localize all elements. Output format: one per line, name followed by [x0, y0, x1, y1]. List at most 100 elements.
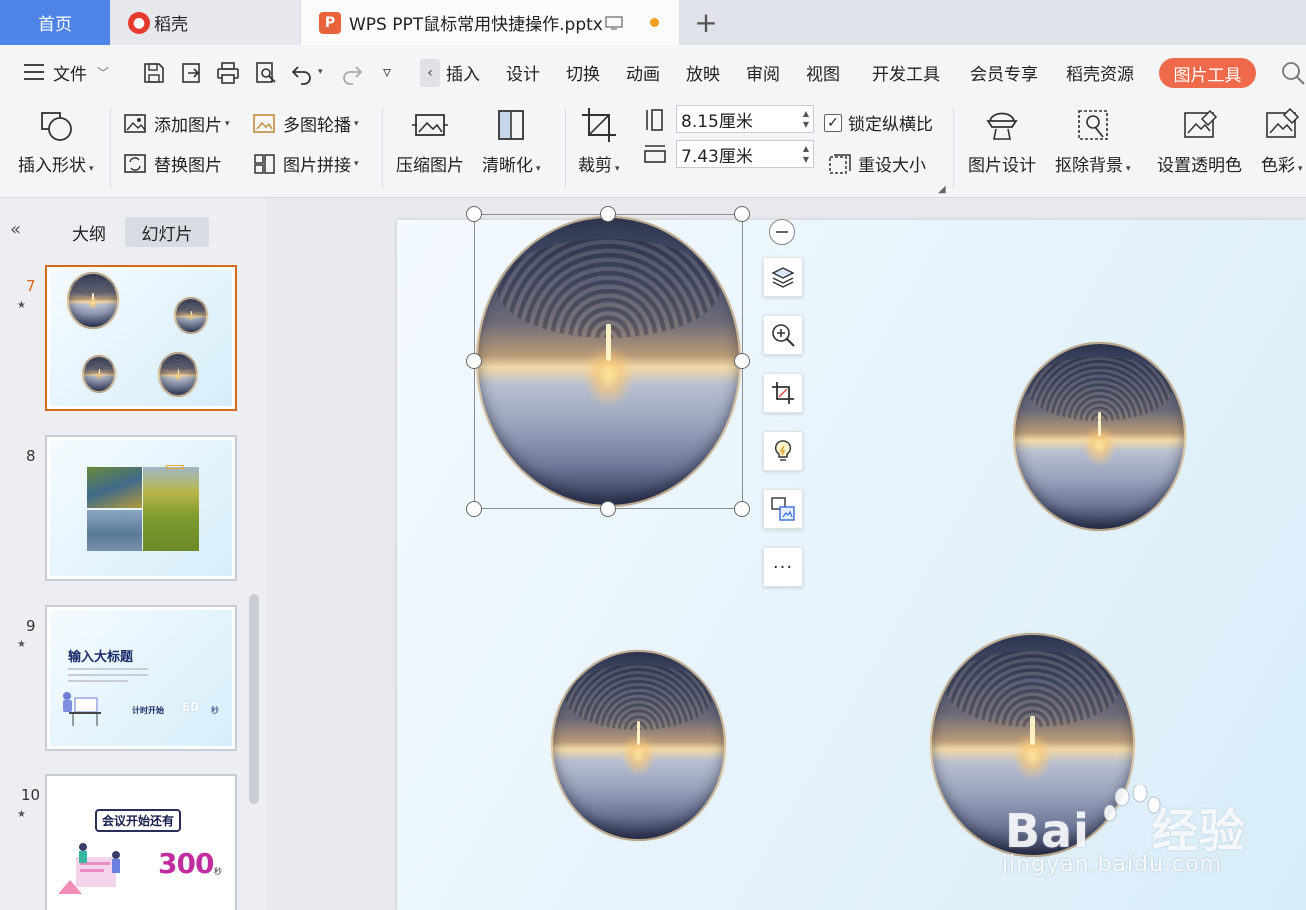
resize-handle-n[interactable] — [600, 206, 616, 222]
quick-access-dropdown-icon[interactable]: ▿ — [383, 62, 391, 81]
insert-shape-button[interactable]: 插入形状 ▾ — [18, 100, 94, 176]
double-chevron-left-icon[interactable]: « — [10, 219, 21, 240]
undo-dropdown-icon[interactable]: ▾ — [318, 67, 323, 77]
menu-animation[interactable]: 动画 — [626, 45, 660, 100]
slide-thumbnail-10[interactable]: 会议开始还有 300 秒 — [45, 774, 237, 910]
resize-handle-ne[interactable] — [734, 206, 750, 222]
resize-handle-e[interactable] — [734, 353, 750, 369]
tab-home[interactable]: 首页 — [0, 0, 110, 45]
tab-slides[interactable]: 幻灯片 — [125, 217, 209, 247]
layers-button[interactable] — [763, 257, 803, 297]
lock-ratio-checkbox[interactable]: ✓ 锁定纵横比 — [824, 110, 933, 135]
size-dialog-launcher-icon[interactable]: ◢ — [938, 184, 946, 195]
reset-size-label: 重设大小 — [858, 156, 926, 176]
compress-picture-button[interactable]: 压缩图片 — [396, 100, 464, 176]
replace-picture-button[interactable]: 替换图片 — [124, 151, 222, 176]
undo-icon[interactable] — [290, 61, 314, 85]
picture-convert-icon — [771, 497, 795, 521]
tab-document[interactable]: P WPS PPT鼠标常用快捷操作.pptx — [301, 0, 679, 45]
sharpen-label: 清晰化 — [482, 156, 533, 176]
tab-daoke[interactable]: ● 稻壳 — [111, 0, 299, 45]
menu-daoke-resources[interactable]: 稻壳资源 — [1066, 45, 1134, 100]
text-line — [68, 680, 128, 682]
redo-icon[interactable] — [340, 61, 364, 85]
picture-design-button[interactable]: 图片设计 — [968, 100, 1036, 176]
menu-file[interactable]: 文件 ﹀ — [53, 45, 109, 100]
transparent-color-icon — [1183, 109, 1217, 138]
sphere-image — [67, 272, 119, 329]
crop-label: 裁剪 — [578, 156, 612, 176]
caret-down-icon: ▾ — [615, 164, 620, 174]
print-icon[interactable] — [216, 61, 240, 85]
new-tab-button[interactable]: + — [690, 6, 722, 39]
checkmark-icon: ✓ — [824, 113, 842, 132]
set-transparent-button[interactable]: 设置透明色 — [1157, 100, 1242, 176]
add-picture-button[interactable]: 添加图片 ▾ — [124, 111, 230, 136]
resize-handle-sw[interactable] — [466, 501, 482, 517]
height-spinner-icon[interactable]: ▲ ▼ — [803, 108, 809, 130]
multi-carousel-button[interactable]: 多图轮播 ▾ — [253, 111, 359, 136]
reset-size-button[interactable]: 重设大小 — [828, 151, 926, 176]
smart-tips-button[interactable] — [763, 431, 803, 471]
add-picture-label: 添加图片 — [154, 116, 222, 136]
zoom-button[interactable] — [763, 315, 803, 355]
color-label: 色彩 — [1261, 156, 1295, 176]
crop-button[interactable]: 裁剪 ▾ — [578, 100, 620, 176]
replace-picture-label: 替换图片 — [154, 156, 222, 176]
menu-insert[interactable]: 插入 — [446, 45, 480, 100]
resize-handle-se[interactable] — [734, 501, 750, 517]
menu-review[interactable]: 审阅 — [746, 45, 780, 100]
width-value: 7.43厘米 — [681, 146, 753, 167]
sharpen-button[interactable]: 清晰化 ▾ — [482, 100, 541, 176]
resize-handle-nw[interactable] — [466, 206, 482, 222]
carousel-icon — [253, 113, 275, 133]
crop-quick-button[interactable] — [763, 373, 803, 413]
slide-thumbnail-8[interactable] — [45, 435, 237, 581]
search-icon[interactable] — [1280, 60, 1306, 86]
text-line — [68, 674, 148, 676]
width-input[interactable]: 7.43厘米 ▲ ▼ — [676, 140, 814, 168]
replace-picture-icon — [124, 153, 146, 173]
remove-background-button[interactable]: 抠除背景 ▾ — [1055, 100, 1131, 176]
countdown-unit: 秒 — [214, 867, 222, 876]
menu-slideshow[interactable]: 放映 — [686, 45, 720, 100]
save-icon[interactable] — [142, 61, 166, 85]
resize-handle-s[interactable] — [600, 501, 616, 517]
caret-down-icon: ▾ — [225, 118, 230, 129]
tab-picture-tools[interactable]: 图片工具 — [1159, 58, 1256, 88]
remove-background-label: 抠除背景 — [1055, 156, 1123, 176]
pane-scrollbar[interactable] — [249, 594, 259, 804]
compress-picture-label: 压缩图片 — [396, 156, 464, 176]
resize-handle-w[interactable] — [466, 353, 482, 369]
chevron-down-icon: ﹀ — [97, 66, 110, 80]
menu-member[interactable]: 会员专享 — [970, 45, 1038, 100]
width-spinner-icon[interactable]: ▲ ▼ — [803, 143, 809, 165]
caret-down-icon: ▾ — [354, 158, 359, 169]
collapse-toolbar-icon[interactable] — [769, 219, 795, 245]
hamburger-icon[interactable] — [24, 64, 44, 80]
export-icon[interactable] — [180, 61, 204, 85]
print-preview-icon[interactable] — [254, 61, 278, 85]
watermark-url: jingyan.baidu.com — [1002, 852, 1223, 877]
sphere-image[interactable] — [551, 650, 726, 841]
ribbon-scroll-left-icon[interactable]: ‹ — [420, 59, 440, 87]
slide-thumbnail-9[interactable]: 输入大标题 计时开始 60 秒 — [45, 605, 237, 751]
tab-outline[interactable]: 大纲 — [68, 217, 110, 247]
slide-thumbnail-7[interactable] — [45, 265, 237, 411]
more-options-icon[interactable]: ··· — [763, 547, 803, 587]
color-button[interactable]: 色彩 ▾ — [1261, 100, 1303, 176]
menu-transition[interactable]: 切换 — [566, 45, 600, 100]
ppt-file-icon: P — [319, 11, 341, 34]
convert-picture-button[interactable] — [763, 489, 803, 529]
sphere-image[interactable] — [1013, 342, 1186, 531]
animation-star-icon: ★ — [17, 639, 26, 650]
menu-design[interactable]: 设计 — [506, 45, 540, 100]
picture-collage-button[interactable]: 图片拼接 ▾ — [253, 151, 359, 176]
menu-developer[interactable]: 开发工具 — [872, 45, 940, 100]
menu-view[interactable]: 视图 — [806, 45, 840, 100]
sphere-image — [158, 352, 198, 397]
height-input[interactable]: 8.15厘米 ▲ ▼ — [676, 105, 814, 133]
picture-collage-label: 图片拼接 — [283, 156, 351, 176]
collage-icon — [254, 153, 275, 174]
caret-down-icon: ▾ — [354, 118, 359, 129]
